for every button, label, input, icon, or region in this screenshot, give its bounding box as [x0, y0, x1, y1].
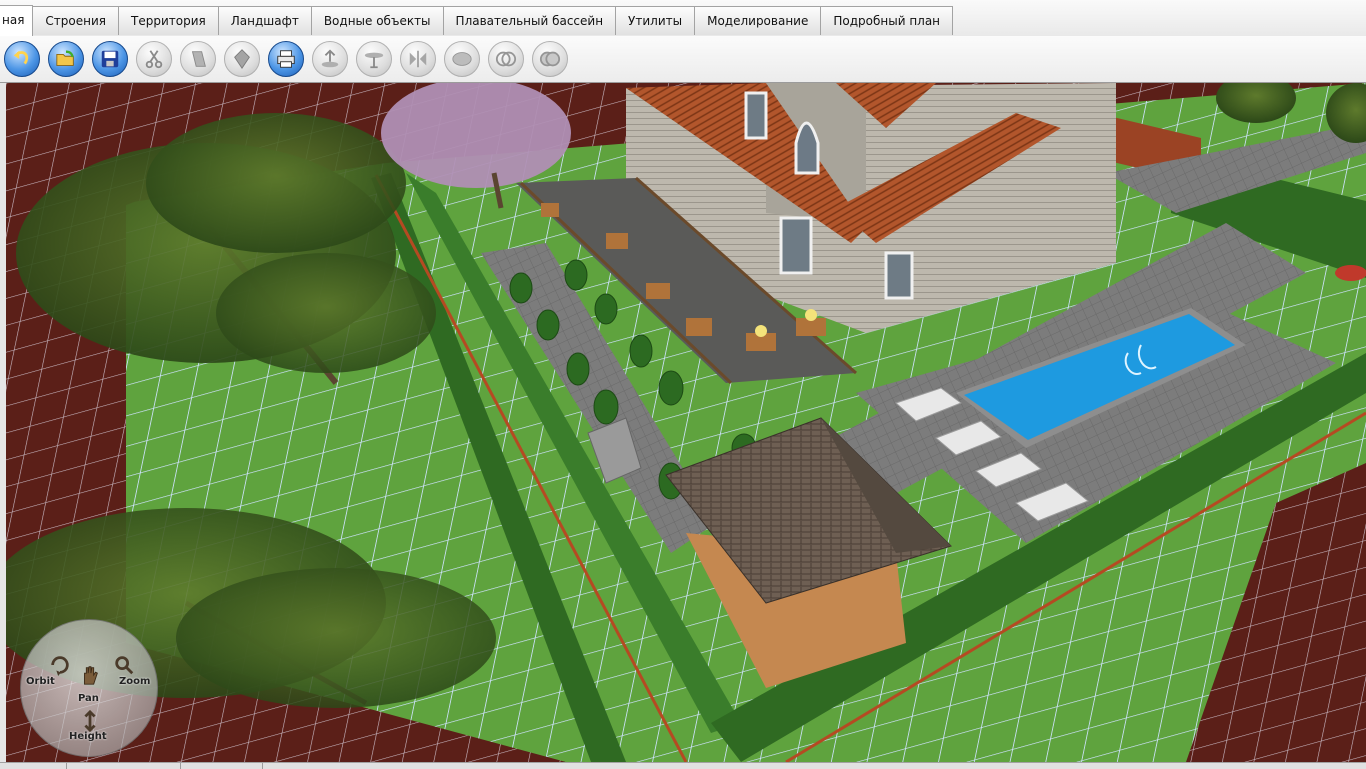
orbit-icon[interactable]	[49, 654, 71, 676]
tab-water-features[interactable]: Водные объекты	[311, 6, 444, 35]
shrub	[509, 272, 533, 304]
tree-canopy	[216, 253, 436, 373]
picnic-table	[1335, 265, 1366, 281]
garden-scene	[6, 83, 1366, 762]
tab-detailed-plan[interactable]: Подробный план	[821, 6, 954, 35]
cut-button[interactable]	[136, 41, 172, 77]
planter	[541, 203, 559, 217]
union-icon	[539, 51, 561, 67]
tab-strip: ная Строения Территория Ландшафт Водные …	[0, 5, 954, 36]
window	[884, 251, 914, 300]
shrub	[594, 293, 618, 325]
height-label[interactable]: Height	[69, 731, 107, 742]
tab-modeling[interactable]: Моделирование	[695, 6, 822, 35]
flower	[805, 309, 817, 321]
raise-button[interactable]	[312, 41, 348, 77]
arched-window	[794, 121, 820, 175]
blossom-tree	[381, 83, 571, 188]
planter	[686, 318, 712, 336]
window	[779, 216, 813, 275]
toolbar	[0, 36, 1366, 83]
save-button[interactable]	[92, 41, 128, 77]
shrub	[629, 334, 653, 368]
status-separator	[66, 763, 67, 769]
mirror-icon	[409, 50, 427, 68]
status-separator	[262, 763, 263, 769]
tab-swimming-pool[interactable]: Плавательный бассейн	[443, 6, 617, 35]
height-icon[interactable]	[79, 710, 101, 732]
orbit-label[interactable]: Orbit	[26, 676, 55, 687]
tab-territory[interactable]: Территория	[119, 6, 219, 35]
intersect-button[interactable]	[488, 41, 524, 77]
scissors-icon	[145, 50, 163, 69]
shrub	[593, 389, 619, 425]
intersect-icon	[495, 51, 517, 67]
union-button[interactable]	[532, 41, 568, 77]
raise-icon	[321, 49, 339, 68]
tab-home[interactable]: ная	[0, 5, 34, 36]
shrub	[566, 352, 590, 386]
paste-icon	[234, 49, 250, 69]
shrub	[564, 259, 588, 291]
paste-button[interactable]	[224, 41, 260, 77]
zoom-icon[interactable]	[113, 654, 135, 676]
3d-viewport[interactable]: Orbit Pan Zoom Height	[6, 83, 1366, 762]
planter	[646, 283, 670, 299]
status-separator	[180, 763, 181, 769]
pan-label[interactable]: Pan	[78, 693, 99, 704]
undo-icon	[13, 50, 29, 65]
shrub	[536, 309, 560, 341]
ribbon-tab-bar: ная Строения Территория Ландшафт Водные …	[0, 0, 1366, 37]
flower	[755, 325, 767, 337]
table-icon	[364, 52, 384, 69]
copy-button[interactable]	[180, 41, 216, 77]
planter	[606, 233, 628, 249]
ellipse-button[interactable]	[444, 41, 480, 77]
undo-button[interactable]	[4, 41, 40, 77]
tab-buildings[interactable]: Строения	[33, 6, 119, 35]
camera-navigation-widget[interactable]: Orbit Pan Zoom Height	[20, 619, 158, 757]
tree-canopy	[176, 568, 496, 708]
zoom-label[interactable]: Zoom	[119, 676, 150, 687]
copy-icon	[191, 51, 206, 67]
pan-hand-icon[interactable]	[79, 664, 101, 686]
window	[744, 91, 768, 140]
tab-landscape[interactable]: Ландшафт	[218, 6, 312, 35]
tree-canopy	[146, 113, 406, 253]
ellipse-icon	[452, 52, 472, 66]
tab-utilities[interactable]: Утилиты	[616, 6, 696, 35]
shrub	[658, 370, 684, 406]
open-folder-icon	[56, 50, 74, 66]
open-button[interactable]	[48, 41, 84, 77]
mirror-button[interactable]	[400, 41, 436, 77]
toolbar-buttons	[4, 41, 576, 77]
table-button[interactable]	[356, 41, 392, 77]
print-icon	[277, 50, 295, 68]
save-disk-icon	[101, 50, 119, 68]
print-button[interactable]	[268, 41, 304, 77]
